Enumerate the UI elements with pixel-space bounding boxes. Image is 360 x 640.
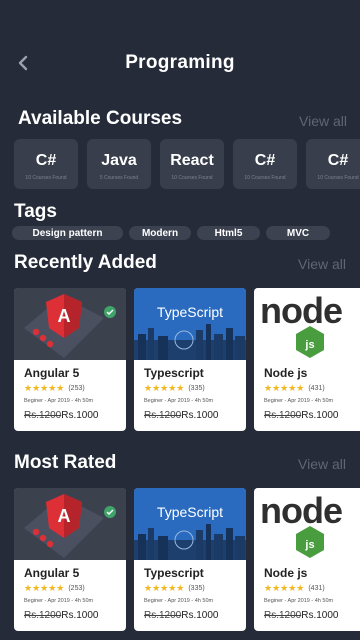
- course-chip-count: 10 Courses Found: [25, 174, 67, 181]
- course-chip-name: C#: [327, 151, 349, 169]
- star-rating-icon: ★★★★★: [144, 383, 185, 393]
- course-chip[interactable]: React 10 Courses Found: [160, 139, 224, 189]
- course-card[interactable]: A Angular 5 ★★★★★ (253) Beginer - Apr 20…: [14, 288, 126, 431]
- course-chip-name: C#: [35, 151, 57, 169]
- course-chip-name: C#: [254, 151, 276, 169]
- star-rating-icon: ★★★★★: [144, 583, 185, 593]
- old-price: Rs.1200: [264, 410, 302, 421]
- card-meta: Beginer - Apr 2019 - 4h 50m: [144, 598, 214, 604]
- star-rating-icon: ★★★★★: [264, 383, 305, 393]
- course-card[interactable]: TypeScript Typescript ★★★★★ (335) Begine…: [134, 288, 246, 431]
- page-title: Programing: [125, 52, 235, 73]
- card-title: Typescript: [144, 366, 204, 380]
- angular-logo-icon: A: [14, 288, 126, 360]
- svg-text:js: js: [304, 539, 314, 551]
- course-chip-list: C# 10 Courses Found Java 5 Courses Found…: [14, 139, 360, 189]
- available-view-all-link[interactable]: View all: [299, 113, 347, 129]
- old-price: Rs.1200: [264, 610, 302, 621]
- course-chip-name: Java: [101, 151, 137, 169]
- tag-chip[interactable]: Design pattern: [12, 226, 123, 240]
- old-price: Rs.1200: [24, 410, 62, 421]
- rating-count: (335): [188, 585, 205, 592]
- typescript-skyline-icon: [134, 488, 246, 560]
- course-chip[interactable]: Java 5 Courses Found: [87, 139, 151, 189]
- card-title: Angular 5: [24, 566, 80, 580]
- old-price: Rs.1200: [24, 610, 62, 621]
- available-courses-title: Available Courses: [18, 108, 183, 129]
- old-price: Rs.1200: [144, 410, 182, 421]
- rating-count: (253): [68, 385, 85, 392]
- course-chip-count: 10 Courses Found: [244, 174, 286, 181]
- course-card[interactable]: TypeScript Typescript ★★★★★ (335) Begine…: [134, 488, 246, 631]
- tag-chip[interactable]: MVC: [266, 226, 330, 240]
- app-header: Programing: [0, 48, 360, 80]
- recent-view-all-link[interactable]: View all: [298, 256, 346, 272]
- svg-text:js: js: [304, 339, 314, 351]
- course-chip-name: React: [170, 151, 214, 169]
- typescript-skyline-icon: [134, 288, 246, 360]
- course-card[interactable]: node js Node js ★★★★★ (431) Beginer - Ap…: [254, 288, 360, 431]
- rating-count: (253): [68, 585, 85, 592]
- svg-text:A: A: [58, 506, 71, 526]
- card-meta: Beginer - Apr 2019 - 4h 50m: [24, 398, 94, 404]
- course-chip-count: 10 Courses Found: [317, 174, 359, 181]
- typescript-thumbnail: TypeScript: [134, 488, 246, 560]
- svg-text:A: A: [58, 306, 71, 326]
- rated-view-all-link[interactable]: View all: [298, 456, 346, 472]
- nodejs-hex-icon: js: [296, 326, 324, 358]
- tag-list: Design pattern Modern Html5 MVC: [12, 226, 330, 240]
- course-chip[interactable]: C# 10 Courses Found: [306, 139, 360, 189]
- card-meta: Beginer - Apr 2019 - 4h 50m: [24, 598, 94, 604]
- angular-logo-icon: A: [14, 488, 126, 560]
- star-rating-icon: ★★★★★: [24, 583, 65, 593]
- course-chip[interactable]: C# 10 Courses Found: [233, 139, 297, 189]
- card-title: Typescript: [144, 566, 204, 580]
- new-price: Rs.1000: [61, 410, 99, 421]
- angular-thumbnail: A: [14, 488, 126, 560]
- typescript-logo-text: TypeScript: [156, 504, 224, 520]
- recently-added-title: Recently Added: [14, 252, 157, 273]
- rating-count: (431): [308, 585, 325, 592]
- course-chip-count: 10 Courses Found: [171, 174, 213, 181]
- rating-count: (335): [188, 385, 205, 392]
- most-rated-title: Most Rated: [14, 452, 117, 473]
- new-price: Rs.1000: [301, 410, 339, 421]
- tag-chip[interactable]: Modern: [129, 226, 191, 240]
- tag-chip[interactable]: Html5: [197, 226, 260, 240]
- typescript-logo-text: TypeScript: [156, 304, 224, 320]
- nodejs-hex-icon: js: [296, 526, 324, 558]
- rating-count: (431): [308, 385, 325, 392]
- nodejs-thumbnail: node js: [254, 488, 360, 560]
- card-meta: Beginer - Apr 2019 - 4h 50m: [264, 398, 334, 404]
- new-price: Rs.1000: [61, 610, 99, 621]
- new-price: Rs.1000: [181, 610, 219, 621]
- course-chip-count: 5 Courses Found: [99, 174, 139, 181]
- star-rating-icon: ★★★★★: [24, 383, 65, 393]
- card-title: Node js: [264, 566, 308, 580]
- nodejs-thumbnail: node js: [254, 288, 360, 360]
- old-price: Rs.1200: [144, 610, 182, 621]
- new-price: Rs.1000: [301, 610, 339, 621]
- course-card[interactable]: A Angular 5 ★★★★★ (253) Beginer - Apr 20…: [14, 488, 126, 631]
- card-meta: Beginer - Apr 2019 - 4h 50m: [144, 398, 214, 404]
- tags-title: Tags: [14, 201, 57, 222]
- card-meta: Beginer - Apr 2019 - 4h 50m: [264, 598, 334, 604]
- angular-thumbnail: A: [14, 288, 126, 360]
- star-rating-icon: ★★★★★: [264, 583, 305, 593]
- new-price: Rs.1000: [181, 410, 219, 421]
- recent-card-list: A Angular 5 ★★★★★ (253) Beginer - Apr 20…: [14, 288, 360, 431]
- card-title: Angular 5: [24, 366, 80, 380]
- course-card[interactable]: node js Node js ★★★★★ (431) Beginer - Ap…: [254, 488, 360, 631]
- card-title: Node js: [264, 366, 308, 380]
- rated-card-list: A Angular 5 ★★★★★ (253) Beginer - Apr 20…: [14, 488, 360, 631]
- course-chip[interactable]: C# 10 Courses Found: [14, 139, 78, 189]
- typescript-thumbnail: TypeScript: [134, 288, 246, 360]
